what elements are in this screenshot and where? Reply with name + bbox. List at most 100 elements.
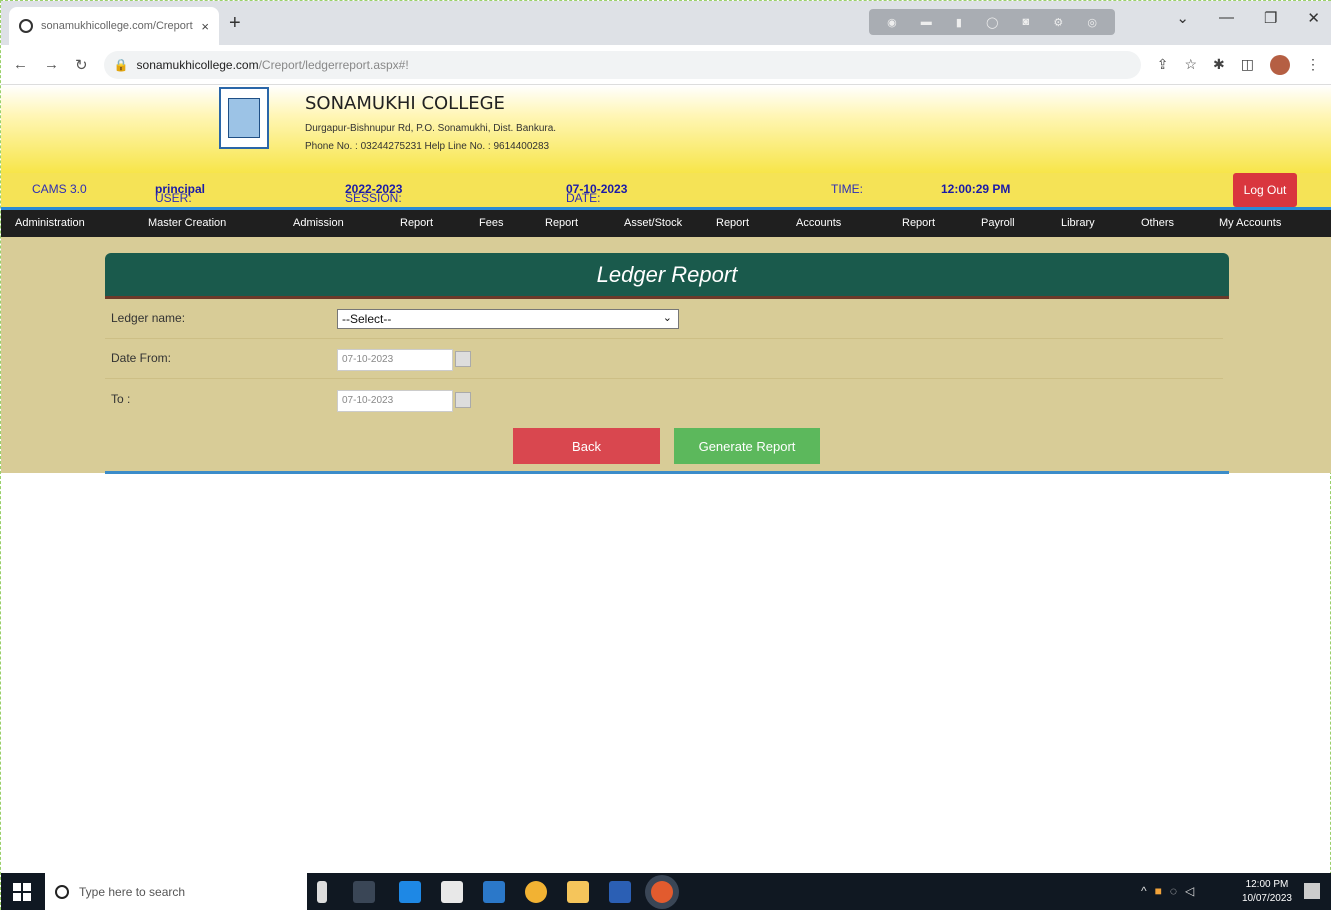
new-tab-icon[interactable]: + bbox=[229, 13, 241, 33]
windows-start-icon[interactable] bbox=[13, 883, 31, 901]
ledger-name-select[interactable]: --Select-- ⌄ bbox=[337, 309, 679, 329]
share-icon[interactable]: ⇪ bbox=[1157, 56, 1169, 73]
cortana-icon bbox=[55, 885, 69, 899]
tray-chevron-icon[interactable]: ^ bbox=[1141, 884, 1147, 898]
address-bar: ← → ↻ 🔒 sonamukhicollege.com/Creport/led… bbox=[1, 45, 1331, 85]
browser-tab-strip: sonamukhicollege.com/Creport × + ◉ ▬ ▮ ◯… bbox=[1, 1, 1331, 45]
nav-item-report[interactable]: Report bbox=[545, 217, 578, 229]
extensions-puzzle-icon[interactable]: ✱ bbox=[1213, 56, 1225, 73]
nav-item-payroll[interactable]: Payroll bbox=[981, 217, 1015, 229]
date-to-input[interactable]: 07-10-2023 bbox=[337, 390, 453, 412]
file-explorer-icon[interactable] bbox=[567, 881, 589, 903]
lock-icon: 🔒 bbox=[113, 57, 129, 72]
nav-item-fees[interactable]: Fees bbox=[479, 217, 503, 229]
nav-item-others[interactable]: Others bbox=[1141, 217, 1174, 229]
restore-icon[interactable]: ❐ bbox=[1264, 9, 1277, 27]
bookmark-star-icon[interactable]: ☆ bbox=[1184, 56, 1197, 73]
session-label: SESSION: bbox=[345, 191, 402, 205]
mail-icon[interactable] bbox=[483, 881, 505, 903]
chrome-icon[interactable] bbox=[525, 881, 547, 903]
minimize-icon[interactable]: — bbox=[1219, 9, 1234, 27]
task-view-icon[interactable] bbox=[353, 881, 375, 903]
back-arrow-icon[interactable]: ← bbox=[13, 56, 28, 73]
extension-toolbar: ◉ ▬ ▮ ◯ ◙ ⚙ ◎ bbox=[869, 9, 1115, 35]
logout-button[interactable]: Log Out bbox=[1233, 173, 1297, 207]
side-panel-icon[interactable]: ◫ bbox=[1241, 56, 1254, 73]
panel-divider bbox=[105, 471, 1229, 474]
nav-item-admission[interactable]: Admission bbox=[293, 217, 344, 229]
network-icon[interactable]: ◌ bbox=[1170, 884, 1177, 898]
extension-icon[interactable]: ▮ bbox=[956, 16, 962, 29]
menu-kebab-icon[interactable]: ⋮ bbox=[1306, 56, 1320, 73]
nav-item-administration[interactable]: Administration bbox=[15, 217, 85, 229]
nav-item-report[interactable]: Report bbox=[902, 217, 935, 229]
college-name: SONAMUKHI COLLEGE bbox=[305, 93, 505, 114]
session-info-bar: CAMS 3.0 USER: principal SESSION: 2022-2… bbox=[1, 173, 1331, 207]
nav-item-my-accounts[interactable]: My Accounts bbox=[1219, 217, 1281, 229]
system-version: CAMS 3.0 bbox=[32, 182, 87, 196]
nav-item-accounts[interactable]: Accounts bbox=[796, 217, 841, 229]
nav-item-report[interactable]: Report bbox=[716, 217, 749, 229]
generate-report-button[interactable]: Generate Report bbox=[674, 428, 820, 464]
taskbar-clock[interactable]: 12:00 PM 10/07/2023 bbox=[1242, 878, 1292, 906]
window-controls: ⌄ — ❐ ✕ bbox=[1176, 9, 1320, 27]
nav-item-asset-stock[interactable]: Asset/Stock bbox=[624, 217, 682, 229]
nav-item-report[interactable]: Report bbox=[400, 217, 433, 229]
browser-tab[interactable]: sonamukhicollege.com/Creport × bbox=[9, 7, 219, 45]
close-window-icon[interactable]: ✕ bbox=[1307, 9, 1320, 27]
chevron-down-icon: ⌄ bbox=[662, 312, 672, 324]
user-label: USER: bbox=[155, 191, 192, 205]
nav-item-master-creation[interactable]: Master Creation bbox=[148, 217, 226, 229]
extension-icon[interactable]: ◎ bbox=[1087, 16, 1097, 29]
page-title: Ledger Report bbox=[105, 253, 1229, 299]
time-label: TIME: bbox=[831, 182, 863, 196]
reload-icon[interactable]: ↻ bbox=[75, 56, 88, 74]
tab-title: sonamukhicollege.com/Creport bbox=[41, 20, 193, 32]
date-label: DATE: bbox=[566, 191, 601, 205]
date-from-input[interactable]: 07-10-2023 bbox=[337, 349, 453, 371]
edge-browser-icon[interactable] bbox=[399, 881, 421, 903]
date-to-row: To : 07-10-2023 bbox=[105, 382, 1223, 420]
taskbar-search-placeholder: Type here to search bbox=[79, 885, 186, 899]
extension-icon[interactable]: ◙ bbox=[1023, 16, 1030, 28]
calendar-icon[interactable] bbox=[455, 351, 471, 367]
calendar-icon[interactable] bbox=[455, 392, 471, 408]
profile-avatar[interactable] bbox=[1270, 54, 1290, 75]
store-icon[interactable] bbox=[441, 881, 463, 903]
close-tab-icon[interactable]: × bbox=[201, 19, 209, 34]
system-tray: ^ ■ ◌ ◁ bbox=[1141, 884, 1194, 898]
main-nav-menu: Administration Master Creation Admission… bbox=[1, 207, 1331, 237]
date-to-label: To : bbox=[111, 392, 131, 406]
taskbar-time: 12:00 PM bbox=[1245, 879, 1289, 890]
time-value: 12:00:29 PM bbox=[941, 182, 1011, 196]
tray-app-icon[interactable]: ■ bbox=[1155, 884, 1162, 898]
date-from-label: Date From: bbox=[111, 351, 172, 365]
ledger-name-selected-value: --Select-- bbox=[342, 312, 392, 326]
extension-icon[interactable]: ◉ bbox=[887, 16, 897, 29]
notification-icon[interactable] bbox=[1304, 883, 1320, 899]
extension-icon[interactable]: ⚙ bbox=[1053, 16, 1063, 29]
extension-icon[interactable]: ◯ bbox=[986, 16, 998, 29]
nav-item-library[interactable]: Library bbox=[1061, 217, 1095, 229]
date-from-row: Date From: 07-10-2023 bbox=[105, 341, 1223, 379]
url-input[interactable]: 🔒 sonamukhicollege.com/Creport/ledgerrep… bbox=[103, 50, 1141, 79]
college-logo bbox=[219, 87, 269, 149]
college-phone: Phone No. : 03244275231 Help Line No. : … bbox=[305, 141, 550, 152]
word-icon[interactable] bbox=[609, 881, 631, 903]
college-header: SONAMUKHI COLLEGE Durgapur-Bishnupur Rd,… bbox=[1, 85, 1331, 173]
extension-icon[interactable]: ▬ bbox=[921, 16, 932, 28]
url-host: sonamukhicollege.com bbox=[136, 57, 259, 72]
microphone-icon[interactable] bbox=[317, 881, 327, 903]
windows-taskbar: Type here to search ^ ■ ◌ ◁ 12:00 PM 10/… bbox=[1, 873, 1331, 910]
taskbar-search-input[interactable]: Type here to search bbox=[45, 873, 307, 910]
forward-arrow-icon[interactable]: → bbox=[44, 56, 59, 73]
chrome-active-icon[interactable] bbox=[651, 881, 673, 903]
url-path: /Creport/ledgerreport.aspx#! bbox=[258, 57, 409, 72]
site-favicon-icon bbox=[19, 19, 33, 33]
ledger-name-label: Ledger name: bbox=[111, 311, 186, 325]
ledger-name-row: Ledger name: --Select-- ⌄ bbox=[105, 301, 1223, 339]
taskbar-date: 10/07/2023 bbox=[1241, 893, 1292, 904]
back-button[interactable]: Back bbox=[513, 428, 660, 464]
tab-search-icon[interactable]: ⌄ bbox=[1176, 9, 1189, 27]
volume-icon[interactable]: ◁ bbox=[1185, 884, 1194, 898]
